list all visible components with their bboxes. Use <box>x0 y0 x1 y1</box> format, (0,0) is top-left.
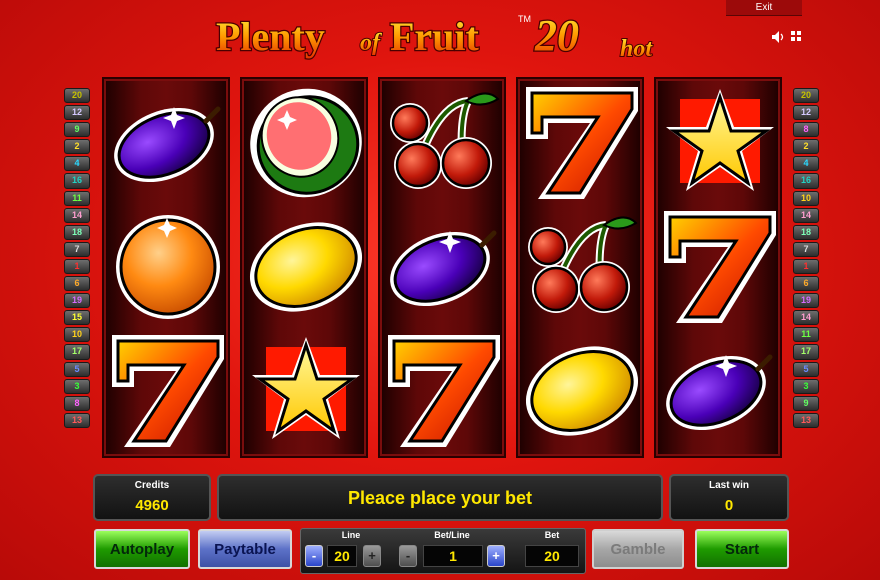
last-win-label: Last win <box>708 480 749 491</box>
orange-icon <box>106 207 230 327</box>
bet-line-value: 1 <box>423 545 483 567</box>
payline-indicator-left: 12 <box>64 105 90 121</box>
cherries-icon <box>520 207 644 327</box>
seven-icon <box>106 331 230 451</box>
payline-indicator-right: 19 <box>793 293 819 309</box>
payline-indicator-right: 8 <box>793 122 819 138</box>
bet-value: 20 <box>525 545 579 567</box>
bet-label: Bet <box>544 530 560 540</box>
status-message: Pleace place your bet <box>347 488 533 508</box>
payline-indicator-right: 14 <box>793 207 819 223</box>
seven-icon <box>520 83 644 203</box>
paytable-button[interactable]: Paytable <box>198 529 292 569</box>
logo-of: of <box>360 30 382 56</box>
plum-icon <box>382 207 506 327</box>
payline-indicator-right: 11 <box>793 327 819 343</box>
lemon-icon <box>520 331 644 451</box>
payline-indicator-left: 6 <box>64 276 90 292</box>
payline-indicator-right: 10 <box>793 190 819 206</box>
payline-indicator-right: 6 <box>793 276 819 292</box>
exit-button[interactable]: Exit <box>726 0 802 16</box>
logo-plenty: Plenty <box>216 14 325 59</box>
payline-indicator-left: 14 <box>64 207 90 223</box>
payline-indicator-right: 14 <box>793 310 819 326</box>
payline-indicator-left: 4 <box>64 156 90 172</box>
bet-settings-panel: Line - 20 + Bet/Line - 1 + Bet 20 <box>300 528 586 574</box>
reel-4 <box>516 77 644 458</box>
line-value: 20 <box>327 545 357 567</box>
line-label: Line <box>341 530 361 540</box>
autoplay-button[interactable]: Autoplay <box>94 529 190 569</box>
star-icon <box>244 331 368 451</box>
payline-indicator-left: 13 <box>64 412 90 428</box>
logo-number: 20 <box>534 11 579 60</box>
credits-panel: Credits 4960 <box>93 474 211 521</box>
watermelon-icon <box>244 83 368 203</box>
fullscreen-icon[interactable] <box>791 31 801 41</box>
payline-indicator-left: 5 <box>64 361 90 377</box>
payline-indicator-right: 2 <box>793 139 819 155</box>
payline-indicator-left: 15 <box>64 310 90 326</box>
payline-indicator-left: 19 <box>64 293 90 309</box>
line-decrease-button[interactable]: - <box>305 545 323 567</box>
payline-indicator-right: 5 <box>793 361 819 377</box>
credits-label: Credits <box>134 480 170 491</box>
payline-indicator-right: 17 <box>793 344 819 360</box>
payline-indicator-left: 3 <box>64 378 90 394</box>
reel-2 <box>240 77 368 458</box>
reel-5 <box>654 77 782 458</box>
plum-icon <box>658 331 782 451</box>
start-button[interactable]: Start <box>695 529 789 569</box>
speaker-icon[interactable] <box>772 31 786 43</box>
message-panel: Pleace place your bet <box>217 474 663 521</box>
payline-indicators-right: 20 12 8 2 4 16 10 14 18 7 1 6 19 14 11 17 5 3 9 13 <box>793 88 819 430</box>
logo-tm: TM <box>518 14 531 24</box>
payline-indicator-right: 18 <box>793 224 819 240</box>
bet-line-decrease-button[interactable]: - <box>399 545 417 567</box>
payline-indicator-left: 2 <box>64 139 90 155</box>
logo-fruit: Fruit <box>390 14 480 59</box>
gamble-button[interactable]: Gamble <box>592 529 684 569</box>
last-win-value: 0 <box>724 497 734 514</box>
payline-indicator-right: 20 <box>793 88 819 104</box>
line-increase-button[interactable]: + <box>363 545 381 567</box>
payline-indicator-left: 11 <box>64 190 90 206</box>
reel-1 <box>102 77 230 458</box>
payline-indicator-left: 1 <box>64 258 90 275</box>
bet-line-increase-button[interactable]: + <box>487 545 505 567</box>
payline-indicator-left: 20 <box>64 88 90 104</box>
payline-indicator-right: 12 <box>793 105 819 121</box>
payline-indicator-left: 10 <box>64 327 90 343</box>
lemon-icon <box>244 207 368 327</box>
payline-indicator-left: 7 <box>64 241 90 257</box>
payline-indicator-left: 9 <box>64 122 90 138</box>
credits-value: 4960 <box>135 497 169 514</box>
game-logo: Plenty of Fruit TM 20 hot <box>215 10 655 63</box>
seven-icon <box>658 207 782 327</box>
logo-hot: hot <box>620 36 653 62</box>
payline-indicator-left: 18 <box>64 224 90 240</box>
payline-indicator-right: 13 <box>793 412 819 428</box>
payline-indicator-left: 8 <box>64 395 90 411</box>
bet-line-label: Bet/Line <box>434 530 470 540</box>
payline-indicator-right: 1 <box>793 258 819 275</box>
payline-indicator-left: 17 <box>64 344 90 360</box>
payline-indicator-right: 7 <box>793 241 819 257</box>
star-icon <box>658 83 782 203</box>
seven-icon <box>382 331 506 451</box>
reel-3 <box>378 77 506 458</box>
cherries-icon <box>382 83 506 203</box>
payline-indicators-left: 20 12 9 2 4 16 11 14 18 7 1 6 19 15 10 17 5 3 8 13 <box>64 88 90 430</box>
payline-indicator-right: 9 <box>793 395 819 411</box>
payline-indicator-left: 16 <box>64 173 90 189</box>
last-win-panel: Last win 0 <box>669 474 789 521</box>
payline-indicator-right: 4 <box>793 156 819 172</box>
payline-indicator-right: 3 <box>793 378 819 394</box>
payline-indicator-right: 16 <box>793 173 819 189</box>
plum-icon <box>106 83 230 203</box>
